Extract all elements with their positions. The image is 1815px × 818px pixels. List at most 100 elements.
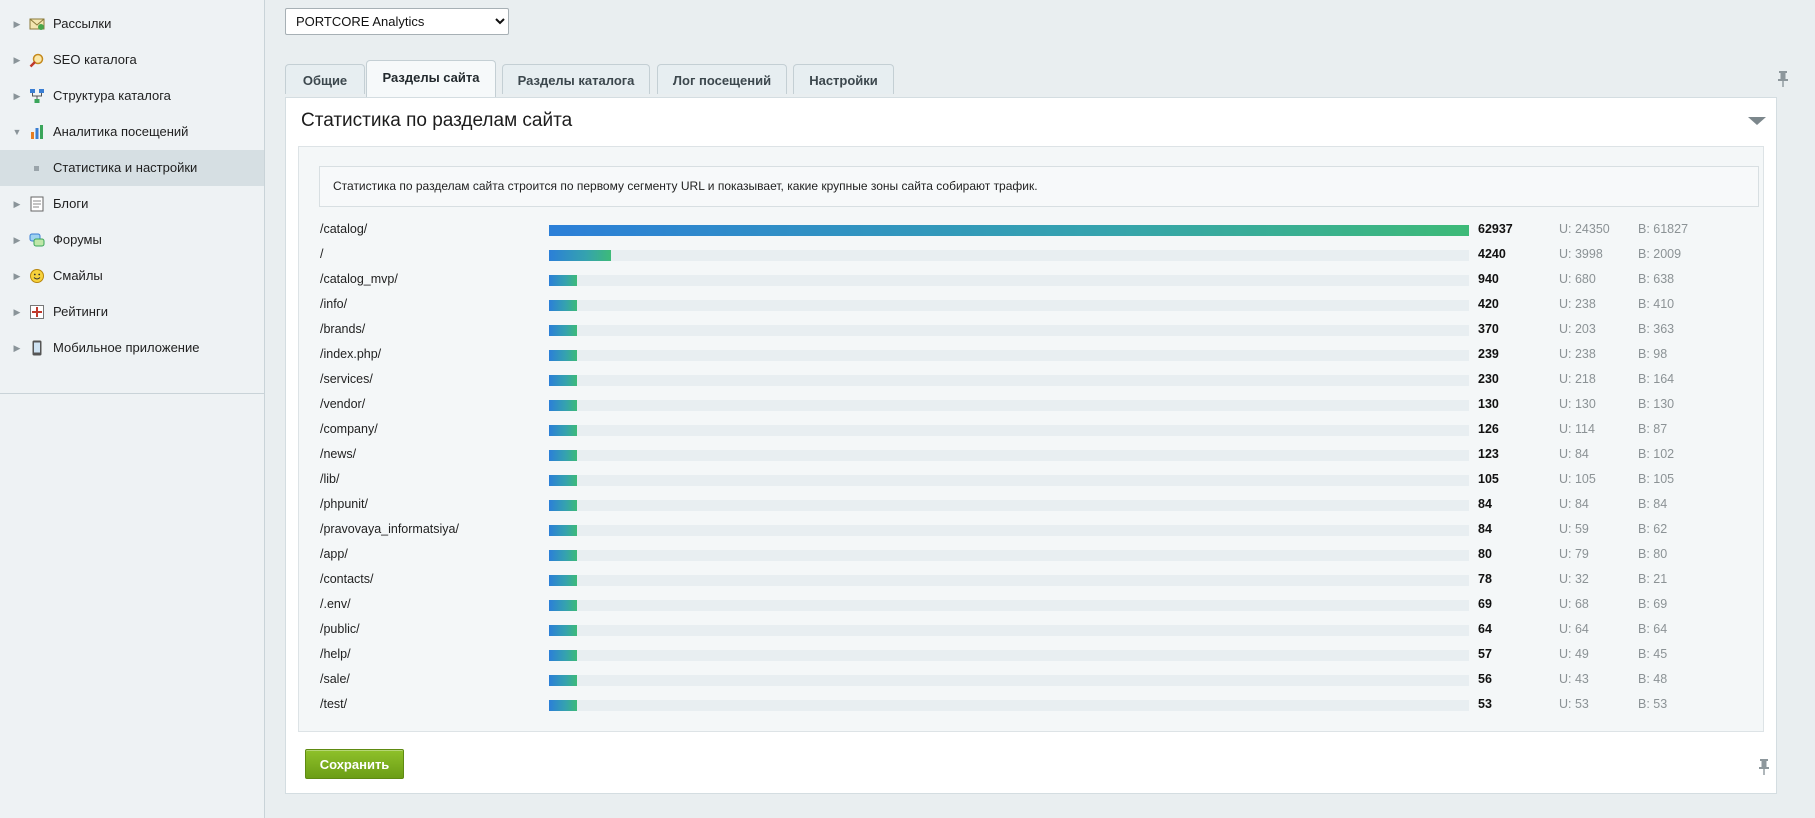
expand-arrow-icon[interactable]: ▶ xyxy=(12,6,22,42)
sidebar-item-label: Статистика и настройки xyxy=(53,160,198,175)
mobile-icon xyxy=(32,340,42,356)
sidebar-item-label: SEO каталога xyxy=(53,52,137,67)
section-path: /services/ xyxy=(320,372,373,386)
bot-count: B: 45 xyxy=(1638,647,1668,661)
progress-track xyxy=(549,650,1469,661)
info-note: Статистика по разделам сайта строится по… xyxy=(319,166,1759,207)
tab-catalog-sections[interactable]: Разделы каталога xyxy=(502,64,650,94)
section-path: /app/ xyxy=(320,547,348,561)
unique-count: U: 84 xyxy=(1559,447,1589,461)
total-count: 105 xyxy=(1478,472,1499,486)
unique-count: U: 130 xyxy=(1559,397,1596,411)
bot-count: B: 61827 xyxy=(1638,222,1689,236)
total-count: 123 xyxy=(1478,447,1499,461)
section-path: /sale/ xyxy=(320,672,350,686)
section-path: /phpunit/ xyxy=(320,497,368,511)
collapse-triangle-icon[interactable] xyxy=(1748,117,1766,125)
sidebar-item-forums[interactable]: ▶ Форумы xyxy=(0,222,264,258)
analytics-icon xyxy=(31,125,43,139)
section-path: /contacts/ xyxy=(320,572,374,586)
unique-count: U: 24350 xyxy=(1559,222,1610,236)
progress-fill xyxy=(549,550,577,561)
total-count: 239 xyxy=(1478,347,1499,361)
table-row: /index.php/239 U: 238 B: 98 xyxy=(320,345,1760,370)
section-path: /pravovaya_informatsiya/ xyxy=(320,522,459,536)
bot-count: B: 2009 xyxy=(1638,247,1682,261)
table-row: /.env/69 U: 68 B: 69 xyxy=(320,595,1760,620)
unique-count: U: 84 xyxy=(1559,497,1589,511)
forums-icon xyxy=(29,233,45,247)
progress-track xyxy=(549,350,1469,361)
table-row: /vendor/130 U: 130 B: 130 xyxy=(320,395,1760,420)
total-count: 940 xyxy=(1478,272,1499,286)
progress-fill xyxy=(549,425,577,436)
total-count: 130 xyxy=(1478,397,1499,411)
unique-count: U: 3998 xyxy=(1559,247,1603,261)
progress-fill xyxy=(549,450,577,461)
tab-general[interactable]: Общие xyxy=(285,64,365,94)
bot-count: B: 410 xyxy=(1638,297,1675,311)
expand-arrow-icon[interactable]: ▶ xyxy=(12,78,22,114)
table-row: /lib/105 U: 105 B: 105 xyxy=(320,470,1760,495)
total-count: 126 xyxy=(1478,422,1499,436)
pin-icon[interactable] xyxy=(1758,758,1770,776)
expand-arrow-icon[interactable]: ▶ xyxy=(12,186,22,222)
section-stats-list: /catalog/62937 U: 24350 B: 61827 / 4240 U: 39… xyxy=(320,220,1760,720)
progress-track xyxy=(549,600,1469,611)
table-row: /help/57 U: 49 B: 45 xyxy=(320,645,1760,670)
progress-track xyxy=(549,475,1469,486)
bot-count: B: 363 xyxy=(1638,322,1675,336)
sidebar-item-label: Аналитика посещений xyxy=(53,124,189,139)
section-path: /brands/ xyxy=(320,322,366,336)
table-row: /pravovaya_informatsiya/84 U: 59 B: 62 xyxy=(320,520,1760,545)
smiley-icon xyxy=(30,269,44,283)
unique-count: U: 68 xyxy=(1559,597,1589,611)
total-count: 80 xyxy=(1478,547,1492,561)
sidebar-item-ratings[interactable]: ▶ Рейтинги xyxy=(0,294,264,330)
sidebar-item-smileys[interactable]: ▶ Смайлы xyxy=(0,258,264,294)
sidebar-item-visit-analytics[interactable]: ▼ Аналитика посещений xyxy=(0,114,264,150)
sidebar-item-seo-catalog[interactable]: ▶ SEO каталога xyxy=(0,42,264,78)
sidebar-item-catalog-structure[interactable]: ▶ Структура каталога xyxy=(0,78,264,114)
unique-count: U: 43 xyxy=(1559,672,1589,686)
sidebar-item-mobile-app[interactable]: ▶ Мобильное приложение xyxy=(0,330,264,366)
bot-count: B: 62 xyxy=(1638,522,1668,536)
progress-fill xyxy=(549,350,577,361)
expand-arrow-icon[interactable]: ▶ xyxy=(12,294,22,330)
progress-fill xyxy=(549,650,577,661)
tab-visit-log[interactable]: Лог посещений xyxy=(657,64,787,94)
expand-arrow-icon[interactable]: ▶ xyxy=(12,258,22,294)
table-row: /info/420 U: 238 B: 410 xyxy=(320,295,1760,320)
table-row: /services/230 U: 218 B: 164 xyxy=(320,370,1760,395)
bot-count: B: 84 xyxy=(1638,497,1668,511)
table-row: /contacts/78 U: 32 B: 21 xyxy=(320,570,1760,595)
progress-fill xyxy=(549,400,577,411)
tab-site-sections[interactable]: Разделы сайта xyxy=(366,60,496,98)
mailing-icon xyxy=(29,18,45,30)
site-select[interactable]: PORTCORE Analytics xyxy=(285,8,509,35)
section-path: /vendor/ xyxy=(320,397,366,411)
sidebar-item-mailings[interactable]: ▶ Рассылки xyxy=(0,6,264,42)
expand-arrow-icon[interactable]: ▶ xyxy=(12,42,22,78)
unique-count: U: 53 xyxy=(1559,697,1589,711)
expand-arrow-icon[interactable]: ▶ xyxy=(12,222,22,258)
total-count: 84 xyxy=(1478,522,1492,536)
table-row: /test/53 U: 53 B: 53 xyxy=(320,695,1760,720)
table-row: /news/123 U: 84 B: 102 xyxy=(320,445,1760,470)
save-button[interactable]: Сохранить xyxy=(305,749,404,779)
progress-fill xyxy=(549,700,577,711)
progress-track xyxy=(549,450,1469,461)
section-path: /news/ xyxy=(320,447,357,461)
table-row: / 4240 U: 3998 B: 2009 xyxy=(320,245,1760,270)
total-count: 53 xyxy=(1478,697,1492,711)
sidebar-item-blogs[interactable]: ▶ Блоги xyxy=(0,186,264,222)
sidebar-item-stats-settings[interactable]: Статистика и настройки xyxy=(0,150,264,186)
collapse-arrow-icon[interactable]: ▼ xyxy=(12,114,22,150)
bot-count: B: 21 xyxy=(1638,572,1668,586)
expand-arrow-icon[interactable]: ▶ xyxy=(12,330,22,366)
tab-settings[interactable]: Настройки xyxy=(793,64,894,94)
stats-container: Статистика по разделам сайта строится по… xyxy=(298,146,1764,732)
pin-icon[interactable] xyxy=(1777,70,1789,88)
unique-count: U: 105 xyxy=(1559,472,1596,486)
total-count: 4240 xyxy=(1478,247,1506,261)
